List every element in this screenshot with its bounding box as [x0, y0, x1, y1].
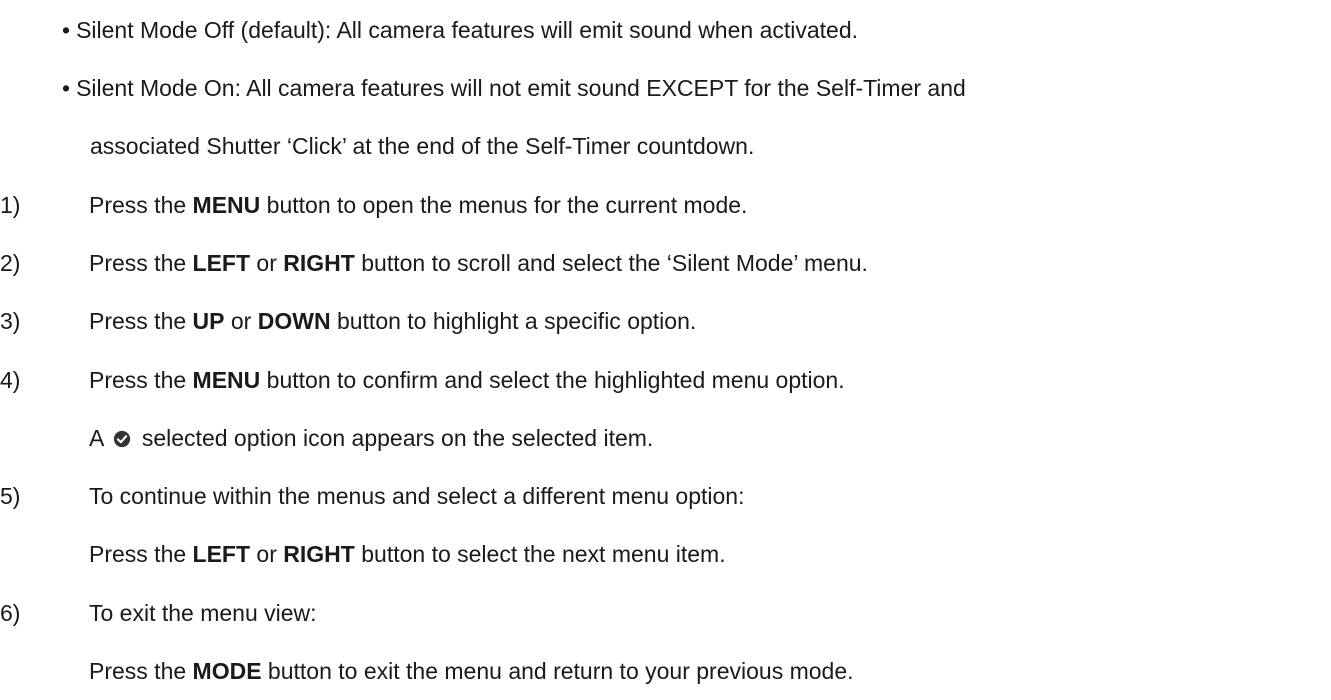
sub-text-pre: Press the: [89, 541, 193, 567]
button-name-right: RIGHT: [283, 541, 355, 567]
step-text: Press the MENU button to open the menus …: [89, 191, 747, 219]
step-text-post: button to open the menus for the current…: [260, 192, 748, 218]
button-name-left: LEFT: [192, 541, 251, 567]
step-6-sub: Press the MODE button to exit the menu a…: [89, 657, 854, 685]
step-text-pre: Press the: [89, 308, 193, 334]
button-name-down: DOWN: [257, 308, 331, 334]
note-text-pre: A: [89, 425, 104, 451]
sub-text-mid: or: [250, 541, 284, 567]
bullet-silent-on: • Silent Mode On: All camera features wil…: [62, 74, 966, 102]
step-number: 5): [0, 483, 21, 509]
button-name-up: UP: [192, 308, 225, 334]
step-text: To continue within the menus and select …: [89, 483, 745, 509]
bullet-dot: •: [62, 17, 71, 43]
step-4-note: A selected option icon appears on the se…: [89, 424, 653, 452]
sub-text-post: button to exit the menu and return to yo…: [261, 658, 854, 684]
step-text-mid: or: [250, 250, 284, 276]
step-text-pre: Press the: [89, 367, 193, 393]
button-name-right: RIGHT: [283, 250, 355, 276]
step-number: 1): [0, 192, 21, 218]
step-text-post: button to highlight a specific option.: [330, 308, 697, 334]
step-text: Press the MENU button to confirm and sel…: [89, 366, 845, 394]
bullet-silent-off: • Silent Mode Off (default): All camera f…: [62, 16, 858, 44]
check-circle-icon: [114, 430, 131, 448]
step-number: 3): [0, 308, 21, 334]
bullet-dot: •: [62, 75, 71, 101]
note-text-post: selected option icon appears on the sele…: [141, 425, 654, 451]
step-text: To exit the menu view:: [89, 600, 317, 626]
bullet-silent-on-continuation: associated Shutter ‘Click’ at the end of…: [90, 132, 754, 160]
bullet-text: Silent Mode Off (default): All camera fe…: [76, 17, 859, 43]
step-number: 2): [0, 250, 21, 276]
step-text-post: button to confirm and select the highlig…: [260, 367, 845, 393]
bullet-text: Silent Mode On: All camera features will…: [76, 75, 966, 101]
step-text-mid: or: [224, 308, 258, 334]
button-name-left: LEFT: [192, 250, 251, 276]
sub-text-post: button to select the next menu item.: [354, 541, 726, 567]
step-text-pre: Press the: [89, 192, 193, 218]
step-text: Press the LEFT or RIGHT button to scroll…: [89, 249, 868, 277]
step-number: 6): [0, 600, 21, 626]
step-text-post: button to scroll and select the ‘Silent …: [354, 250, 868, 276]
step-text: Press the UP or DOWN button to highlight…: [89, 307, 696, 335]
step-number: 4): [0, 367, 21, 393]
button-name-mode: MODE: [192, 658, 262, 684]
button-name-menu: MENU: [192, 367, 261, 393]
step-text-pre: Press the: [89, 250, 193, 276]
step-5-sub: Press the LEFT or RIGHT button to select…: [89, 540, 726, 568]
bullet-continuation-text: associated Shutter ‘Click’ at the end of…: [90, 133, 755, 159]
button-name-menu: MENU: [192, 192, 261, 218]
sub-text-pre: Press the: [89, 658, 193, 684]
